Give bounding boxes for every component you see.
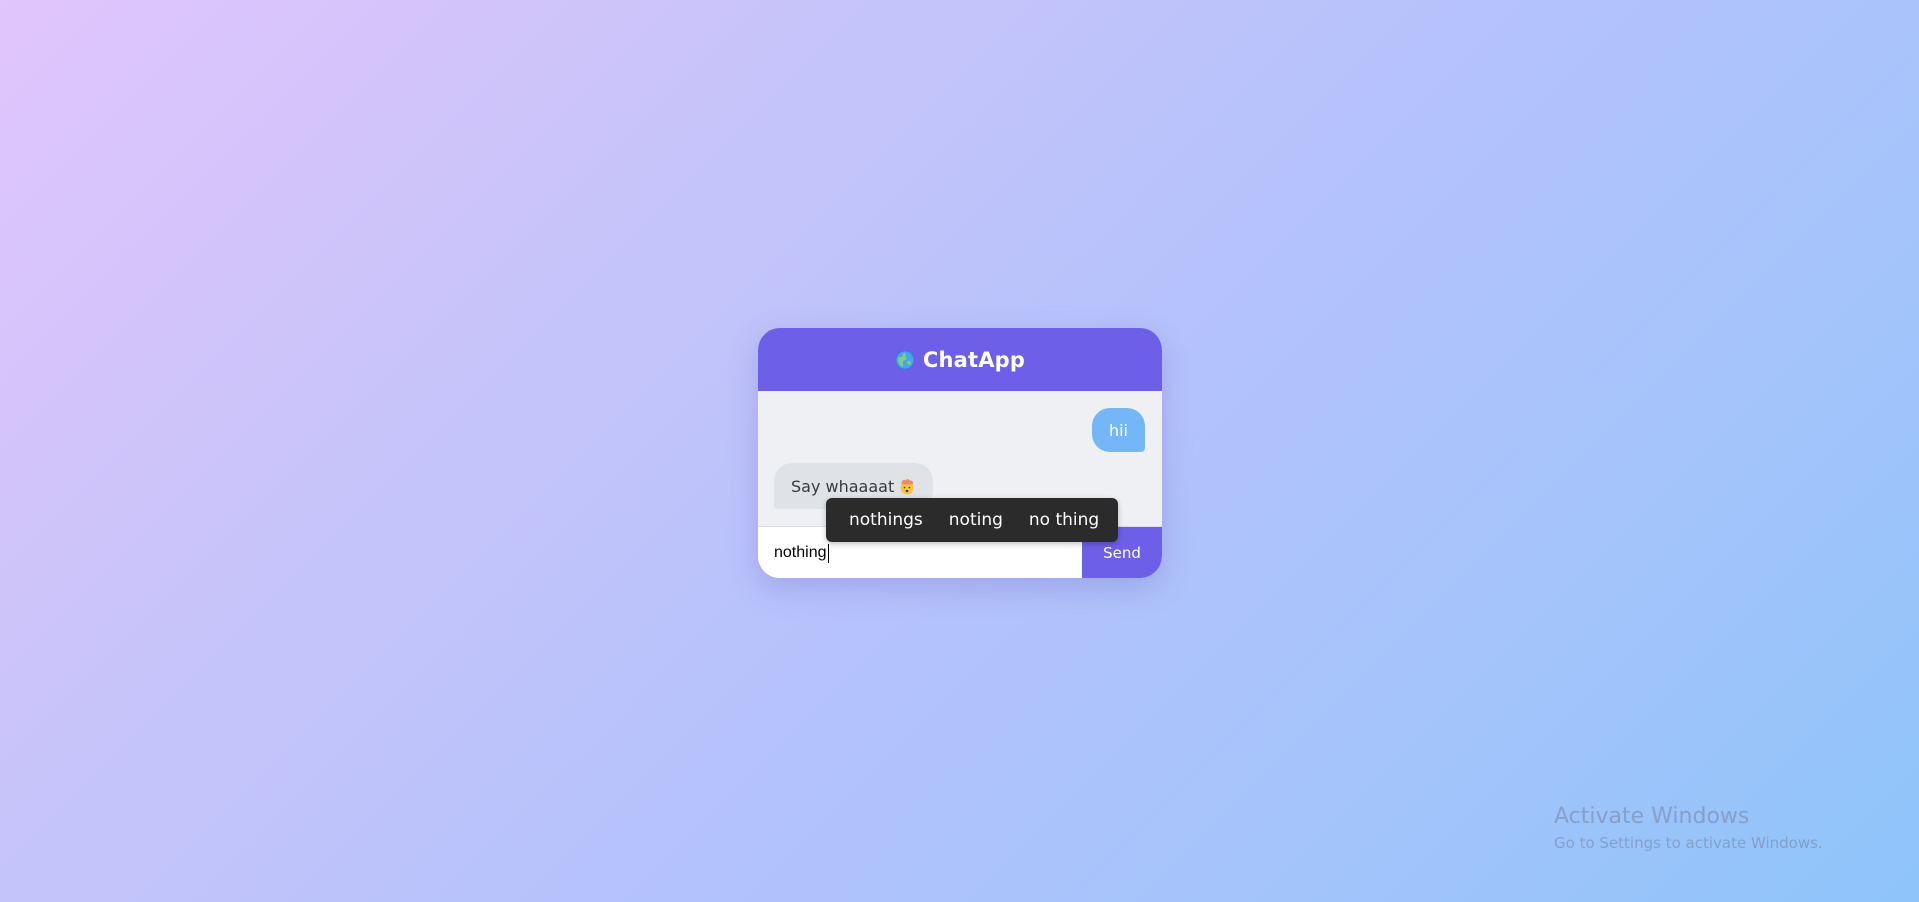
watermark-subtitle: Go to Settings to activate Windows. bbox=[1554, 834, 1823, 852]
app-title: ChatApp bbox=[922, 347, 1026, 372]
suggestion-item[interactable]: noting bbox=[936, 498, 1016, 542]
windows-activation-watermark: Activate Windows Go to Settings to activ… bbox=[1554, 802, 1823, 854]
watermark-title: Activate Windows bbox=[1554, 804, 1750, 829]
suggestion-item[interactable]: nothings bbox=[836, 498, 936, 542]
globe-icon bbox=[895, 350, 915, 370]
sent-message-text: hii bbox=[1108, 420, 1128, 440]
received-message-text: Say whaaaat bbox=[791, 476, 895, 496]
suggestion-item[interactable]: no thing bbox=[1016, 498, 1112, 542]
chat-header: ChatApp bbox=[758, 328, 1162, 391]
exploding-head-emoji-icon bbox=[898, 477, 916, 495]
sent-message-bubble: hii bbox=[1091, 408, 1145, 452]
text-caret bbox=[827, 543, 829, 563]
autocorrect-suggestion-popup: nothings noting no thing bbox=[826, 498, 1118, 542]
message-input-value: nothing bbox=[774, 544, 827, 561]
